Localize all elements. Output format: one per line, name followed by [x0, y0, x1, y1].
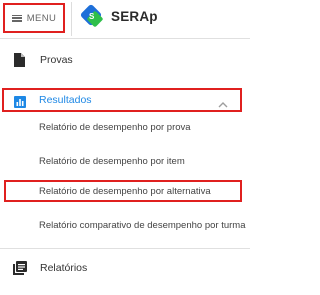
- menu-button-label: MENU: [26, 12, 57, 24]
- chevron-up-icon[interactable]: [218, 96, 228, 114]
- nav-group-resultados[interactable]: Resultados: [2, 88, 242, 112]
- svg-text:S: S: [89, 12, 95, 21]
- sub-item-label: Relatório de desempenho por prova: [39, 122, 191, 133]
- section-divider: [0, 248, 250, 249]
- sub-item-comparativo-turma[interactable]: Relatório comparativo de desempenho por …: [0, 215, 250, 237]
- hamburger-icon: [11, 14, 22, 22]
- brand-name: SERAp: [111, 9, 158, 24]
- header-bottom-divider: [0, 38, 250, 39]
- document-icon: [13, 53, 25, 72]
- sub-item-desempenho-alternativa[interactable]: Relatório de desempenho por alternativa: [4, 180, 242, 202]
- library-books-icon: [13, 261, 27, 280]
- app-header: MENU S SERAp: [0, 0, 250, 38]
- bar-chart-icon: [14, 95, 26, 113]
- nav-item-provas[interactable]: Provas: [0, 49, 250, 73]
- sub-item-label: Relatório de desempenho por item: [39, 156, 185, 167]
- menu-button[interactable]: MENU: [3, 3, 65, 33]
- header-divider: [71, 2, 72, 36]
- serap-logo-icon: S: [79, 4, 105, 37]
- nav-item-relatorios[interactable]: Relatórios: [0, 257, 250, 281]
- sub-item-desempenho-item[interactable]: Relatório de desempenho por item: [0, 151, 250, 173]
- sub-item-desempenho-prova[interactable]: Relatório de desempenho por prova: [0, 117, 250, 139]
- nav-item-label: Relatórios: [40, 262, 88, 274]
- sub-item-label: Relatório comparativo de desempenho por …: [39, 220, 246, 231]
- nav-group-label: Resultados: [39, 94, 92, 106]
- sub-item-label: Relatório de desempenho por alternativa: [39, 186, 211, 197]
- nav-item-label: Provas: [40, 54, 73, 66]
